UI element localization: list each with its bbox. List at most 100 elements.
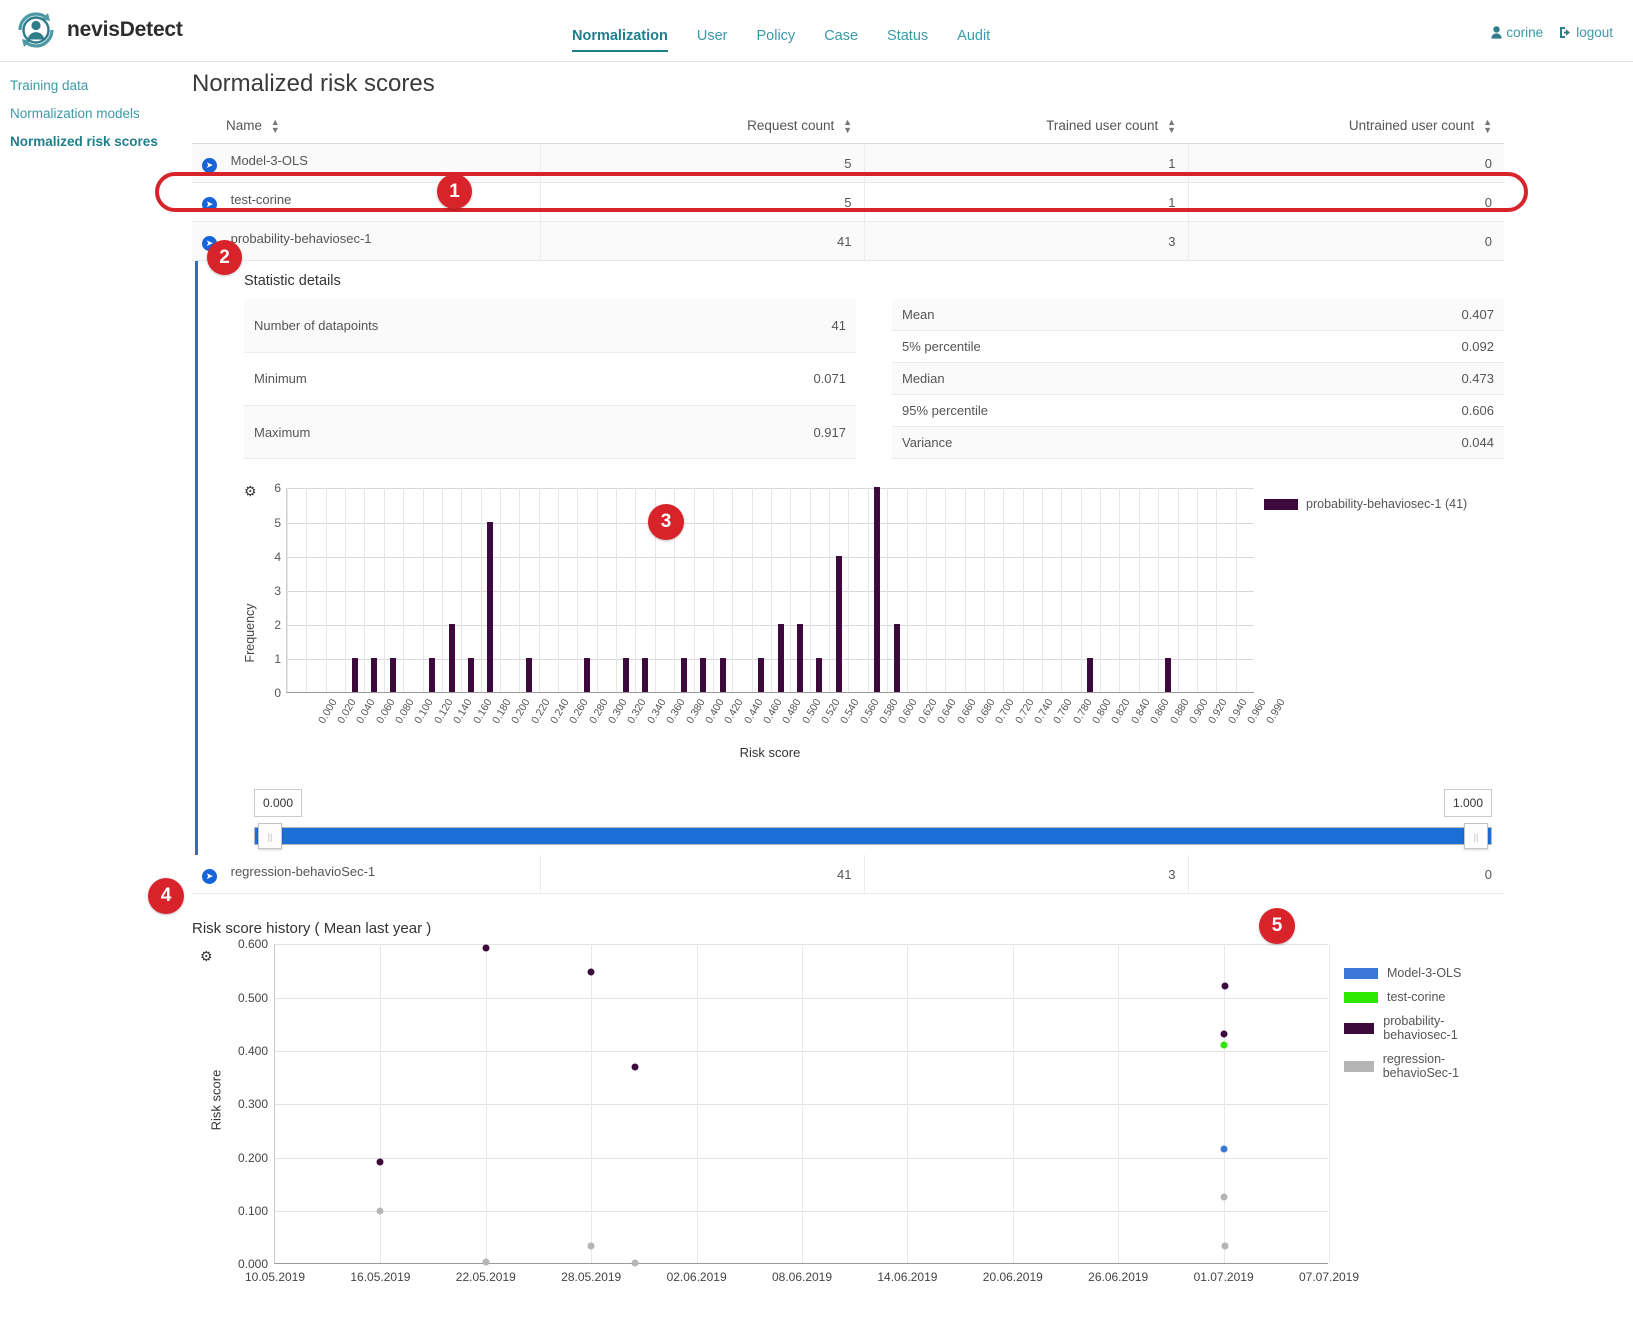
slider-max-value[interactable]: 1.000 xyxy=(1444,789,1492,818)
histogram-bar[interactable] xyxy=(448,624,455,693)
sidebar-item-normalized-risk-scores[interactable]: Normalized risk scores xyxy=(10,134,190,149)
histogram-bar[interactable] xyxy=(777,624,784,693)
history-data-point[interactable] xyxy=(482,944,490,952)
sidebar-item-training-data[interactable]: Training data xyxy=(10,78,190,93)
history-data-point[interactable] xyxy=(1220,1193,1228,1201)
stat-label: Mean xyxy=(892,299,1198,332)
history-data-point[interactable] xyxy=(1220,1030,1228,1038)
histogram-bar[interactable] xyxy=(526,658,532,693)
history-legend: Model-3-OLS test-corine probability-beha… xyxy=(1344,966,1504,1090)
risk-score-range-slider[interactable]: 0.000 1.000 || || xyxy=(244,789,1502,850)
user-circle-refresh-icon xyxy=(14,8,58,52)
histogram-gridline xyxy=(383,488,385,693)
histogram-bar[interactable] xyxy=(680,658,687,693)
logout-button[interactable]: logout xyxy=(1559,25,1613,40)
histogram-bar[interactable] xyxy=(1164,658,1171,693)
legend-item[interactable]: probability-behaviosec-1 xyxy=(1344,1014,1504,1042)
histogram-bar[interactable] xyxy=(467,658,474,693)
slider-handle-right[interactable]: || xyxy=(1464,823,1488,850)
legend-item[interactable]: test-corine xyxy=(1344,990,1504,1004)
nav-item-status[interactable]: Status xyxy=(887,28,928,52)
histogram-bar[interactable] xyxy=(351,658,358,693)
slider-track[interactable] xyxy=(254,827,1492,846)
history-data-point[interactable] xyxy=(376,1207,384,1215)
table-cell-name: ➤ regression-behavioSec-1 xyxy=(192,855,540,895)
histogram-gridline xyxy=(1216,488,1218,693)
stat-value: 41 xyxy=(550,299,856,353)
histogram-bar[interactable] xyxy=(835,555,842,693)
sort-icon[interactable]: ▲ ▼ xyxy=(843,118,852,135)
histogram-bar[interactable] xyxy=(371,658,378,693)
histogram-bar[interactable] xyxy=(642,658,649,693)
histogram-bar[interactable] xyxy=(719,658,726,693)
history-data-point[interactable] xyxy=(482,1258,490,1266)
nav-item-policy[interactable]: Policy xyxy=(757,28,796,52)
nav-item-user[interactable]: User xyxy=(697,28,728,52)
sidebar-item-normalization-models[interactable]: Normalization models xyxy=(10,106,190,121)
nav-item-normalization[interactable]: Normalization xyxy=(572,28,668,52)
sort-icon[interactable]: ▲ ▼ xyxy=(1167,118,1176,135)
histogram-y-tick: 0 xyxy=(274,686,281,701)
stat-value: 0.071 xyxy=(550,352,856,406)
legend-swatch xyxy=(1264,498,1298,510)
history-data-point[interactable] xyxy=(587,968,595,976)
histogram-gridline xyxy=(499,488,501,693)
histogram-bar[interactable] xyxy=(893,624,900,693)
history-data-point[interactable] xyxy=(1221,982,1229,990)
history-data-point[interactable] xyxy=(631,1063,639,1071)
history-data-point[interactable] xyxy=(631,1259,639,1267)
legend-item[interactable]: regression-behavioSec-1 xyxy=(1344,1052,1504,1080)
histogram-bar[interactable] xyxy=(584,658,591,693)
column-header-untrained-user-count[interactable]: Untrained user count ▲ ▼ xyxy=(1188,114,1504,145)
legend-swatch xyxy=(1344,1060,1374,1072)
history-data-point[interactable] xyxy=(1220,1041,1228,1049)
stat-value: 0.092 xyxy=(1198,330,1504,364)
histogram-bar[interactable] xyxy=(758,658,765,693)
table-cell-trained-user-count: 3 xyxy=(863,221,1188,262)
risk-score-histogram: ⚙ Frequency 0 1 2 3 4 5 6 0.000 0.020 0.040 0.060 0… xyxy=(243,481,1502,783)
nav-item-case[interactable]: Case xyxy=(824,28,858,52)
column-header-request-count[interactable]: Request count ▲ ▼ xyxy=(540,114,864,145)
callout-2: 2 xyxy=(207,240,242,275)
legend-item[interactable]: Model-3-OLS xyxy=(1344,966,1504,980)
models-table-continued: ➤ regression-behavioSec-1 41 3 0 xyxy=(192,855,1504,895)
logout-label: logout xyxy=(1576,25,1613,40)
callout-1: 1 xyxy=(437,174,472,209)
histogram-bar[interactable] xyxy=(390,658,397,693)
current-user[interactable]: corine xyxy=(1491,25,1543,40)
histogram-gridline xyxy=(809,488,811,693)
legend-swatch xyxy=(1344,967,1378,979)
history-data-point[interactable] xyxy=(1220,1145,1228,1153)
histogram-bar[interactable] xyxy=(622,658,629,693)
histogram-bar[interactable] xyxy=(487,521,494,693)
slider-min-value[interactable]: 0.000 xyxy=(254,789,302,818)
histogram-bar[interactable] xyxy=(816,658,823,693)
histogram-x-tick: 0.780 xyxy=(1070,697,1095,727)
brand[interactable]: nevisDetect xyxy=(14,8,183,52)
column-header-trained-user-count[interactable]: Trained user count ▲ ▼ xyxy=(864,114,1188,145)
column-header-name[interactable]: Name ▲ ▼ xyxy=(192,114,540,145)
history-data-point[interactable] xyxy=(1221,1242,1229,1250)
histogram-gridline xyxy=(577,488,579,693)
expand-row-icon[interactable]: ➤ xyxy=(202,869,217,885)
nav-item-audit[interactable]: Audit xyxy=(957,28,990,52)
stat-label: Maximum xyxy=(244,405,550,460)
histogram-bar[interactable] xyxy=(874,487,881,693)
sort-icon[interactable]: ▲ ▼ xyxy=(1483,118,1492,135)
gear-icon[interactable]: ⚙ xyxy=(244,483,257,500)
page-title: Normalized risk scores xyxy=(192,70,435,97)
histogram-bar[interactable] xyxy=(1087,658,1094,693)
slider-handle-left[interactable]: || xyxy=(258,823,282,850)
history-data-point[interactable] xyxy=(376,1158,384,1166)
histogram-bar[interactable] xyxy=(700,658,707,693)
gear-icon[interactable]: ⚙ xyxy=(200,948,213,965)
history-data-point[interactable] xyxy=(587,1242,595,1250)
histogram-bar[interactable] xyxy=(429,658,436,693)
stat-row: Variance 0.044 xyxy=(892,426,1504,460)
sort-icon[interactable]: ▲ ▼ xyxy=(271,118,280,135)
column-header-request-count-label: Request count xyxy=(747,118,835,133)
table-row[interactable]: ➤ regression-behavioSec-1 41 3 0 xyxy=(192,855,1504,895)
table-row[interactable]: ➤ probability-behaviosec-1 41 3 0 xyxy=(192,221,1504,262)
histogram-bar[interactable] xyxy=(797,624,804,693)
top-header-bar: nevisDetect Normalization User Policy Ca… xyxy=(0,0,1633,62)
